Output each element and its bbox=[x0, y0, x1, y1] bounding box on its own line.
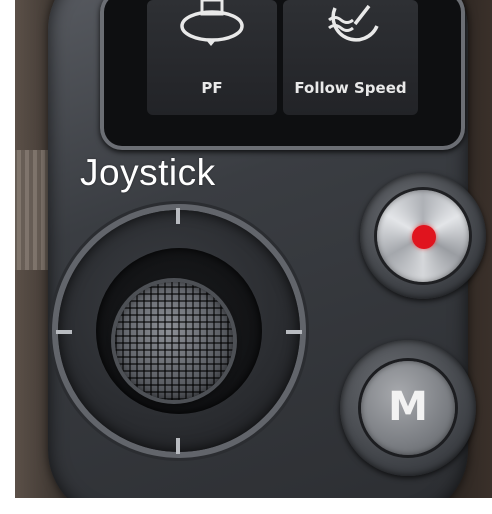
screen-tile-follow-speed[interactable]: Follow Speed bbox=[283, 0, 418, 115]
image-border bbox=[15, 498, 492, 514]
joystick-label: Joystick bbox=[80, 152, 216, 193]
tile-label-pf: PF bbox=[201, 79, 223, 97]
mode-button-label: M bbox=[388, 384, 428, 430]
ring-tick-left bbox=[56, 330, 72, 334]
ring-tick-top bbox=[176, 208, 180, 224]
pf-rotation-icon bbox=[180, 0, 244, 46]
ring-tick-right bbox=[286, 330, 302, 334]
record-dot-icon bbox=[412, 225, 436, 249]
tile-label-follow-speed: Follow Speed bbox=[294, 79, 407, 97]
joystick[interactable] bbox=[115, 282, 233, 400]
ring-tick-bottom bbox=[176, 438, 180, 454]
screen-tile-pf[interactable]: PF bbox=[147, 0, 277, 115]
follow-speed-icon bbox=[327, 4, 379, 42]
photo-scene: PF Follow Speed Joystick M bbox=[0, 0, 492, 514]
